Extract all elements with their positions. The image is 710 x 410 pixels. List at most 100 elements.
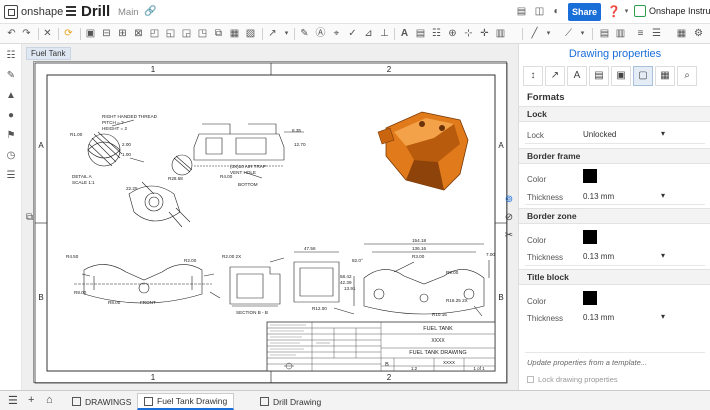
tools-icon[interactable]: ✂: [503, 230, 515, 242]
insert-dxf-icon[interactable]: ▧: [244, 27, 257, 40]
tab-text[interactable]: A: [567, 66, 587, 86]
break-view-icon[interactable]: ◳: [196, 27, 209, 40]
datum-icon[interactable]: ⊥: [378, 27, 391, 40]
lock-section-header[interactable]: Lock: [519, 106, 710, 122]
tab-drawings-folder[interactable]: DRAWINGS: [66, 393, 137, 410]
markup-icon[interactable]: ✎: [5, 70, 17, 82]
insert-image-icon[interactable]: ▦: [228, 27, 241, 40]
menu-icon[interactable]: [66, 6, 76, 16]
border-zone-thickness-select[interactable]: 0.13 mm: [583, 251, 665, 264]
regenerate-icon[interactable]: ⟳: [62, 27, 75, 40]
lock-drawing-properties-checkbox[interactable]: Lock drawing properties: [527, 375, 618, 384]
add-tab-icon[interactable]: +: [28, 394, 34, 406]
dimension-icon[interactable]: ↗: [266, 27, 279, 40]
drawing-canvas[interactable]: Fuel Tank ⧉ 1 2 1 2 A B A B RIGHT HANDED…: [22, 44, 518, 390]
layers-icon[interactable]: ▲: [5, 90, 17, 102]
border-frame-section-header[interactable]: Border frame: [519, 148, 710, 164]
view-settings-icon[interactable]: ⊘: [503, 212, 515, 224]
app-store-icon[interactable]: ◐: [550, 5, 563, 18]
dim-r1: R1.00: [70, 132, 83, 137]
layers-icon[interactable]: ▥: [614, 27, 627, 40]
weld-icon[interactable]: ⊿: [362, 27, 375, 40]
insert-menu-icon[interactable]: ☰: [8, 394, 18, 407]
tab-tables[interactable]: ▤: [589, 66, 609, 86]
table-icon[interactable]: ▤: [414, 27, 427, 40]
measure-icon[interactable]: ≡: [634, 27, 647, 40]
panel-tab-bar: ↕ ↗ A ▤ ▣ ▢ ▦ ⌕: [523, 66, 707, 86]
settings-icon[interactable]: ⚙: [692, 27, 705, 40]
comments-icon[interactable]: ●: [5, 110, 17, 122]
border-frame-color-swatch[interactable]: [583, 169, 597, 183]
hole-table-icon[interactable]: ⊕: [446, 27, 459, 40]
callout-icon[interactable]: Ⓐ: [314, 27, 327, 40]
sketch-line-icon[interactable]: ⟋: [562, 27, 575, 40]
bom-icon[interactable]: ☷: [430, 27, 443, 40]
cancel-icon[interactable]: ✕: [41, 27, 54, 40]
drawing-sheet[interactable]: 1 2 1 2 A B A B RIGHT HANDED THREAD PITC…: [33, 61, 508, 384]
versions-icon[interactable]: ▤: [515, 5, 528, 18]
title-block-color-swatch[interactable]: [583, 291, 597, 305]
projected-view-icon[interactable]: ⊟: [100, 27, 113, 40]
home-icon[interactable]: ⌂: [46, 394, 53, 406]
company-menu[interactable]: Onshape Instruct: [634, 5, 710, 17]
lock-select[interactable]: Unlocked: [583, 129, 665, 142]
tab-dimensions[interactable]: ↗: [545, 66, 565, 86]
gtol-icon[interactable]: ⌖: [330, 27, 343, 40]
tab-formats[interactable]: ▢: [633, 66, 653, 86]
share-button[interactable]: Share: [568, 3, 601, 21]
border-zone-section-header[interactable]: Border zone: [519, 208, 710, 224]
broken-out-icon[interactable]: ◱: [164, 27, 177, 40]
tab-grid[interactable]: ▦: [655, 66, 675, 86]
update-from-template-link[interactable]: Update properties from a template...: [527, 358, 647, 367]
onshape-logo[interactable]: onshape: [4, 5, 63, 19]
centerline-icon[interactable]: ✛: [478, 27, 491, 40]
notifications-icon[interactable]: ◫: [533, 5, 546, 18]
border-frame-thickness-select[interactable]: 0.13 mm: [583, 191, 665, 204]
help-chevron-icon[interactable]: ▾: [620, 5, 633, 18]
history-icon[interactable]: ◷: [5, 150, 17, 162]
view-cube-icon[interactable]: ⊚: [503, 194, 515, 206]
border-zone-color-label: Color: [527, 236, 547, 245]
alternate-view-icon[interactable]: ⧉: [212, 27, 225, 40]
line-icon[interactable]: ╱: [528, 27, 541, 40]
section-view-icon[interactable]: ⊠: [132, 27, 145, 40]
centermark-icon[interactable]: ⊹: [462, 27, 475, 40]
format-icon[interactable]: ▤: [598, 27, 611, 40]
help-icon[interactable]: ❓: [607, 5, 621, 18]
title-block-section-header[interactable]: Title block: [519, 269, 710, 285]
lines-icon[interactable]: ☰: [650, 27, 663, 40]
dim-r8-b: R8.00: [108, 300, 121, 305]
graphics-icon[interactable]: ⚑: [5, 130, 17, 142]
detail-view-icon[interactable]: ◰: [148, 27, 161, 40]
list-icon[interactable]: ☰: [5, 170, 17, 182]
dim-12: 12.70: [294, 142, 306, 147]
note-icon[interactable]: ✎: [298, 27, 311, 40]
line-dropdown-icon[interactable]: ▾: [542, 27, 555, 40]
crop-view-icon[interactable]: ◲: [180, 27, 193, 40]
auxiliary-view-icon[interactable]: ⊞: [116, 27, 129, 40]
dim-42: 42.39: [340, 280, 352, 285]
tab-drill-drawing[interactable]: Drill Drawing: [254, 393, 327, 410]
tab-views[interactable]: ▣: [611, 66, 631, 86]
tab-search[interactable]: ⌕: [677, 66, 697, 86]
sketch-dropdown-icon[interactable]: ▾: [576, 27, 589, 40]
feature-list-icon[interactable]: ☷: [5, 50, 17, 62]
text-icon[interactable]: A: [398, 27, 411, 40]
link-icon[interactable]: 🔗: [144, 6, 156, 17]
drawing-sheet-label[interactable]: Fuel Tank: [26, 47, 71, 60]
redo-icon[interactable]: ↷: [20, 27, 33, 40]
branch-name[interactable]: Main: [118, 7, 139, 18]
dimension-dropdown-icon[interactable]: ▾: [280, 27, 293, 40]
title-block-color-label: Color: [527, 297, 547, 306]
tab-units[interactable]: ↕: [523, 66, 543, 86]
tab-fuel-tank-drawing[interactable]: Fuel Tank Drawing: [137, 393, 235, 410]
title-block-thickness-select[interactable]: 0.13 mm: [583, 312, 665, 325]
insert-view-icon[interactable]: ▣: [84, 27, 97, 40]
checkbox-box[interactable]: [527, 376, 534, 383]
border-zone-color-swatch[interactable]: [583, 230, 597, 244]
document-title[interactable]: Drill: [81, 3, 110, 20]
surface-finish-icon[interactable]: ✓: [346, 27, 359, 40]
hatch-icon[interactable]: ▥: [494, 27, 507, 40]
undo-icon[interactable]: ↶: [5, 27, 18, 40]
properties-icon[interactable]: ▦: [675, 27, 688, 40]
